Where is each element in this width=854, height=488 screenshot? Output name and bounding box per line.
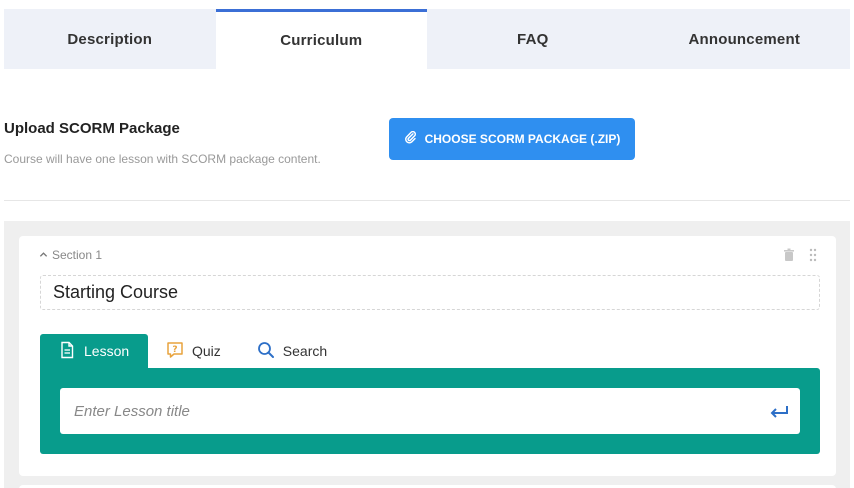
quiz-icon: ? xyxy=(166,341,184,362)
upload-description: Course will have one lesson with SCORM p… xyxy=(4,152,321,166)
section-toggle[interactable]: Section 1 xyxy=(39,248,102,262)
lesson-input-bar xyxy=(40,368,820,454)
drag-handle-icon[interactable] xyxy=(808,248,818,262)
divider xyxy=(4,200,850,201)
tab-description[interactable]: Description xyxy=(4,9,216,69)
enter-icon[interactable] xyxy=(768,403,790,421)
tab-lesson[interactable]: Lesson xyxy=(40,334,148,368)
item-type-tabs: Lesson ? Quiz Search xyxy=(40,334,345,368)
chevron-up-icon xyxy=(39,248,48,262)
choose-scorm-package-button[interactable]: CHOOSE SCORM PACKAGE (.ZIP) xyxy=(389,118,635,160)
search-icon xyxy=(257,341,275,362)
trash-icon[interactable] xyxy=(782,248,796,262)
tab-curriculum[interactable]: Curriculum xyxy=(215,9,427,69)
paperclip-icon xyxy=(404,131,417,147)
lesson-input-wrapper xyxy=(60,388,800,434)
tab-search-label: Search xyxy=(282,343,328,359)
curriculum-panel: Section 1 Starting Course Lesson ? Quiz xyxy=(4,221,850,488)
course-tabs: Description Curriculum FAQ Announcement xyxy=(4,9,850,69)
upload-title: Upload SCORM Package xyxy=(4,120,180,137)
tab-quiz[interactable]: ? Quiz xyxy=(148,334,239,368)
tab-search[interactable]: Search xyxy=(239,334,345,368)
lesson-title-input[interactable] xyxy=(60,389,750,433)
document-icon xyxy=(58,341,76,362)
section-label: Section 1 xyxy=(52,248,103,262)
tab-quiz-label: Quiz xyxy=(192,343,221,359)
section-title-field[interactable]: Starting Course xyxy=(40,275,820,310)
tab-faq[interactable]: FAQ xyxy=(427,9,639,69)
tab-announcement[interactable]: Announcement xyxy=(639,9,851,69)
choose-scorm-package-label: CHOOSE SCORM PACKAGE (.ZIP) xyxy=(424,132,621,146)
svg-text:?: ? xyxy=(172,345,177,355)
tab-lesson-label: Lesson xyxy=(84,343,130,359)
section-card: Section 1 Starting Course Lesson ? Quiz xyxy=(19,236,836,476)
